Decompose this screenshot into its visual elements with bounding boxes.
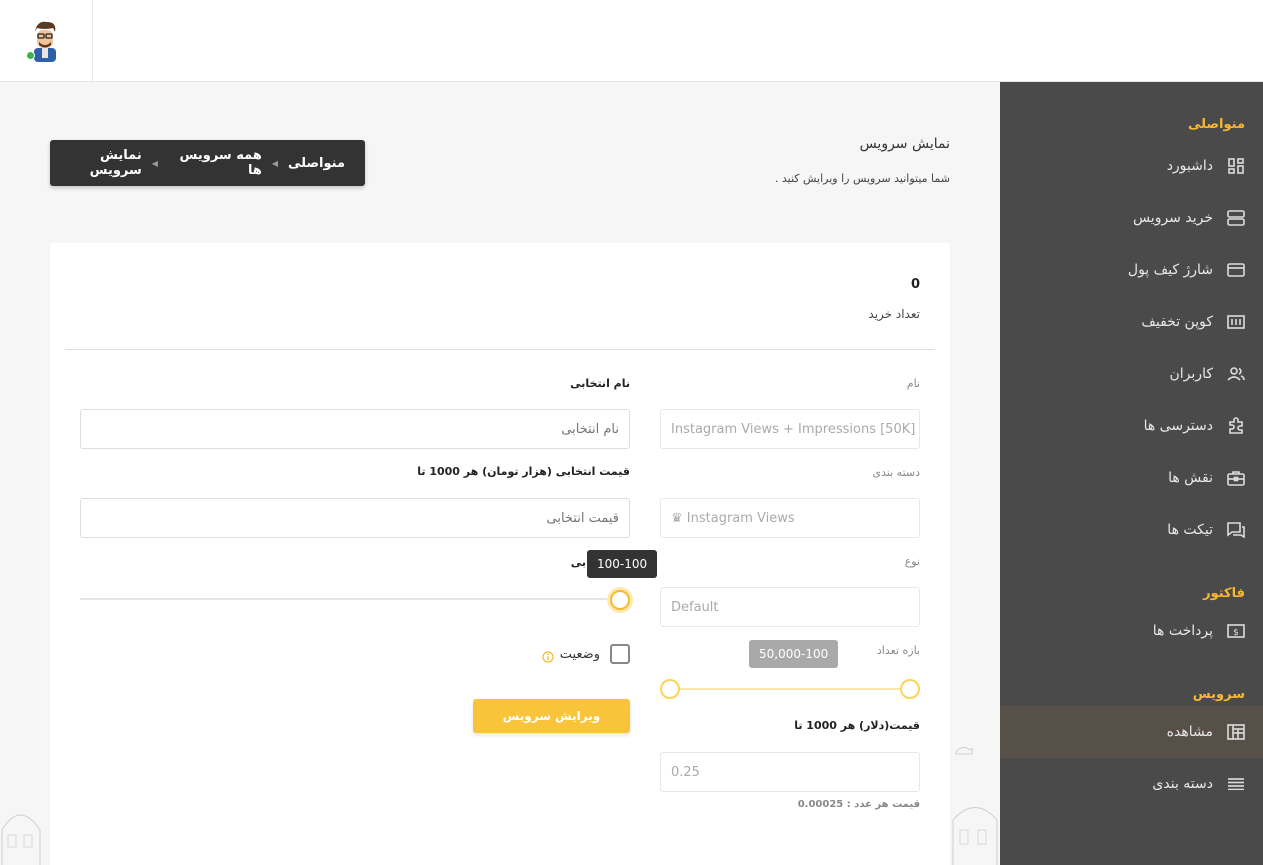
range-slider-min-handle[interactable]: [660, 679, 680, 699]
sidebar-item-label: داشبورد: [1166, 158, 1213, 174]
custom-name-input[interactable]: [80, 409, 630, 449]
sidebar-item-label: شارژ کیف پول: [1127, 262, 1213, 278]
top-bar: [0, 0, 1000, 82]
sidebar-item-wallet[interactable]: شارژ کیف پول: [1000, 244, 1263, 296]
custom-price-label: قیمت انتخابی (هزار تومان) هر 1000 تا: [417, 465, 630, 478]
background-illustration: [952, 746, 998, 865]
sidebar-item-dashboard[interactable]: داشبورد: [1000, 140, 1263, 192]
sidebar-item-view[interactable]: مشاهده: [1000, 706, 1263, 758]
purchase-count-value: 0: [910, 277, 920, 292]
sidebar-section-main: منواصلی: [1188, 117, 1245, 132]
chevron-left-icon: ◀: [151, 158, 158, 168]
puzzle-icon: [1227, 417, 1245, 435]
sidebar-item-label: مشاهده: [1166, 724, 1213, 740]
chevron-left-icon: ◀: [271, 158, 279, 168]
custom-range-slider-track[interactable]: [80, 598, 620, 600]
sidebar-item-users[interactable]: کاربران: [1000, 348, 1263, 400]
sidebar-item-label: کوپن تخفیف: [1141, 314, 1213, 330]
dashboard-icon: [1227, 157, 1245, 175]
custom-range-label: بی: [570, 556, 586, 569]
sidebar-item-label: نقش ها: [1168, 470, 1213, 486]
sidebar-section-invoice: فاکتور: [1203, 586, 1245, 601]
range-slider-track[interactable]: [670, 688, 910, 690]
sidebar-item-roles[interactable]: نقش ها: [1000, 452, 1263, 504]
credit-card-icon: [1227, 261, 1245, 279]
range-slider-max-handle[interactable]: [900, 679, 920, 699]
divider: [65, 349, 935, 350]
status-label: وضعیت: [559, 647, 600, 662]
breadcrumb-current: نمایش سرویس: [89, 148, 142, 178]
server-icon: [1227, 209, 1245, 227]
type-field: Default: [660, 587, 920, 627]
sidebar-item-tickets[interactable]: تیکت ها: [1000, 504, 1263, 556]
page-subtitle: شما میتوانید سرویس را ویرایش کنید .: [774, 172, 950, 185]
breadcrumb-home[interactable]: منواصلی: [288, 156, 345, 171]
service-card: 0 تعداد خرید نام Instagram Views + Impre…: [50, 243, 950, 865]
sidebar-section-service: سرویس: [1192, 687, 1245, 702]
sidebar-item-buy-service[interactable]: خرید سرویس: [1000, 192, 1263, 244]
briefcase-icon: [1227, 469, 1245, 487]
price-usd-label: قیمت(دلار) هر 1000 تا: [794, 719, 920, 732]
custom-name-label: نام انتخابی: [570, 377, 630, 390]
sidebar-item-label: پرداخت ها: [1152, 623, 1213, 639]
sidebar-item-label: خرید سرویس: [1132, 210, 1213, 226]
range-tooltip: 50,000-100: [749, 640, 839, 668]
list-icon: [1227, 775, 1245, 793]
range-label: بازه تعداد: [876, 644, 920, 657]
breadcrumb-all-services[interactable]: همه سرویس ها: [168, 148, 262, 178]
status-checkbox[interactable]: [610, 644, 630, 664]
sidebar-item-label: تیکت ها: [1167, 522, 1213, 538]
money-icon: $: [1227, 622, 1245, 640]
type-label: نوع: [904, 555, 920, 568]
background-illustration: [1, 814, 41, 865]
building-icon: [1227, 723, 1245, 741]
user-avatar-area[interactable]: [0, 0, 93, 82]
chat-icon: [1227, 521, 1245, 539]
price-usd-field: 0.25: [660, 752, 920, 792]
sidebar-item-label: کاربران: [1169, 366, 1213, 382]
sidebar-item-label: دسترسی ها: [1143, 418, 1213, 434]
sidebar-item-payments[interactable]: $ پرداخت ها: [1000, 605, 1263, 657]
svg-text:$: $: [1233, 628, 1239, 638]
service-name-field: Instagram Views + Impressions [50K] [U: [660, 409, 920, 449]
users-icon: [1227, 365, 1245, 383]
custom-range-tooltip: 100-100: [587, 550, 658, 578]
page-title: نمایش سرویس: [859, 136, 950, 152]
sidebar-item-permissions[interactable]: دسترسی ها: [1000, 400, 1263, 452]
custom-range-slider-handle[interactable]: [610, 590, 630, 610]
coupon-icon: [1227, 313, 1245, 331]
sidebar-logo-area: [1000, 0, 1263, 82]
breadcrumb: منواصلی ◀ همه سرویس ها ◀ نمایش سرویس: [50, 140, 365, 186]
sidebar-item-coupon[interactable]: کوپن تخفیف: [1000, 296, 1263, 348]
category-label: دسته بندی: [872, 466, 920, 479]
edit-service-button[interactable]: ویرایش سرویس: [473, 699, 630, 733]
sidebar-item-categories[interactable]: دسته بندی: [1000, 758, 1263, 810]
sidebar-item-label: دسته بندی: [1152, 776, 1213, 792]
purchase-count-label: تعداد خرید: [868, 307, 920, 321]
unit-price-label: قیمت هر عدد : 0.00025: [797, 799, 920, 810]
info-icon[interactable]: [542, 651, 554, 663]
category-field: ♛ Instagram Views: [660, 498, 920, 538]
sidebar: منواصلی داشبورد خرید سرویس شارژ کیف پول …: [1000, 0, 1263, 865]
custom-price-input[interactable]: [80, 498, 630, 538]
online-status-dot: [26, 51, 35, 60]
name-label: نام: [906, 377, 920, 390]
